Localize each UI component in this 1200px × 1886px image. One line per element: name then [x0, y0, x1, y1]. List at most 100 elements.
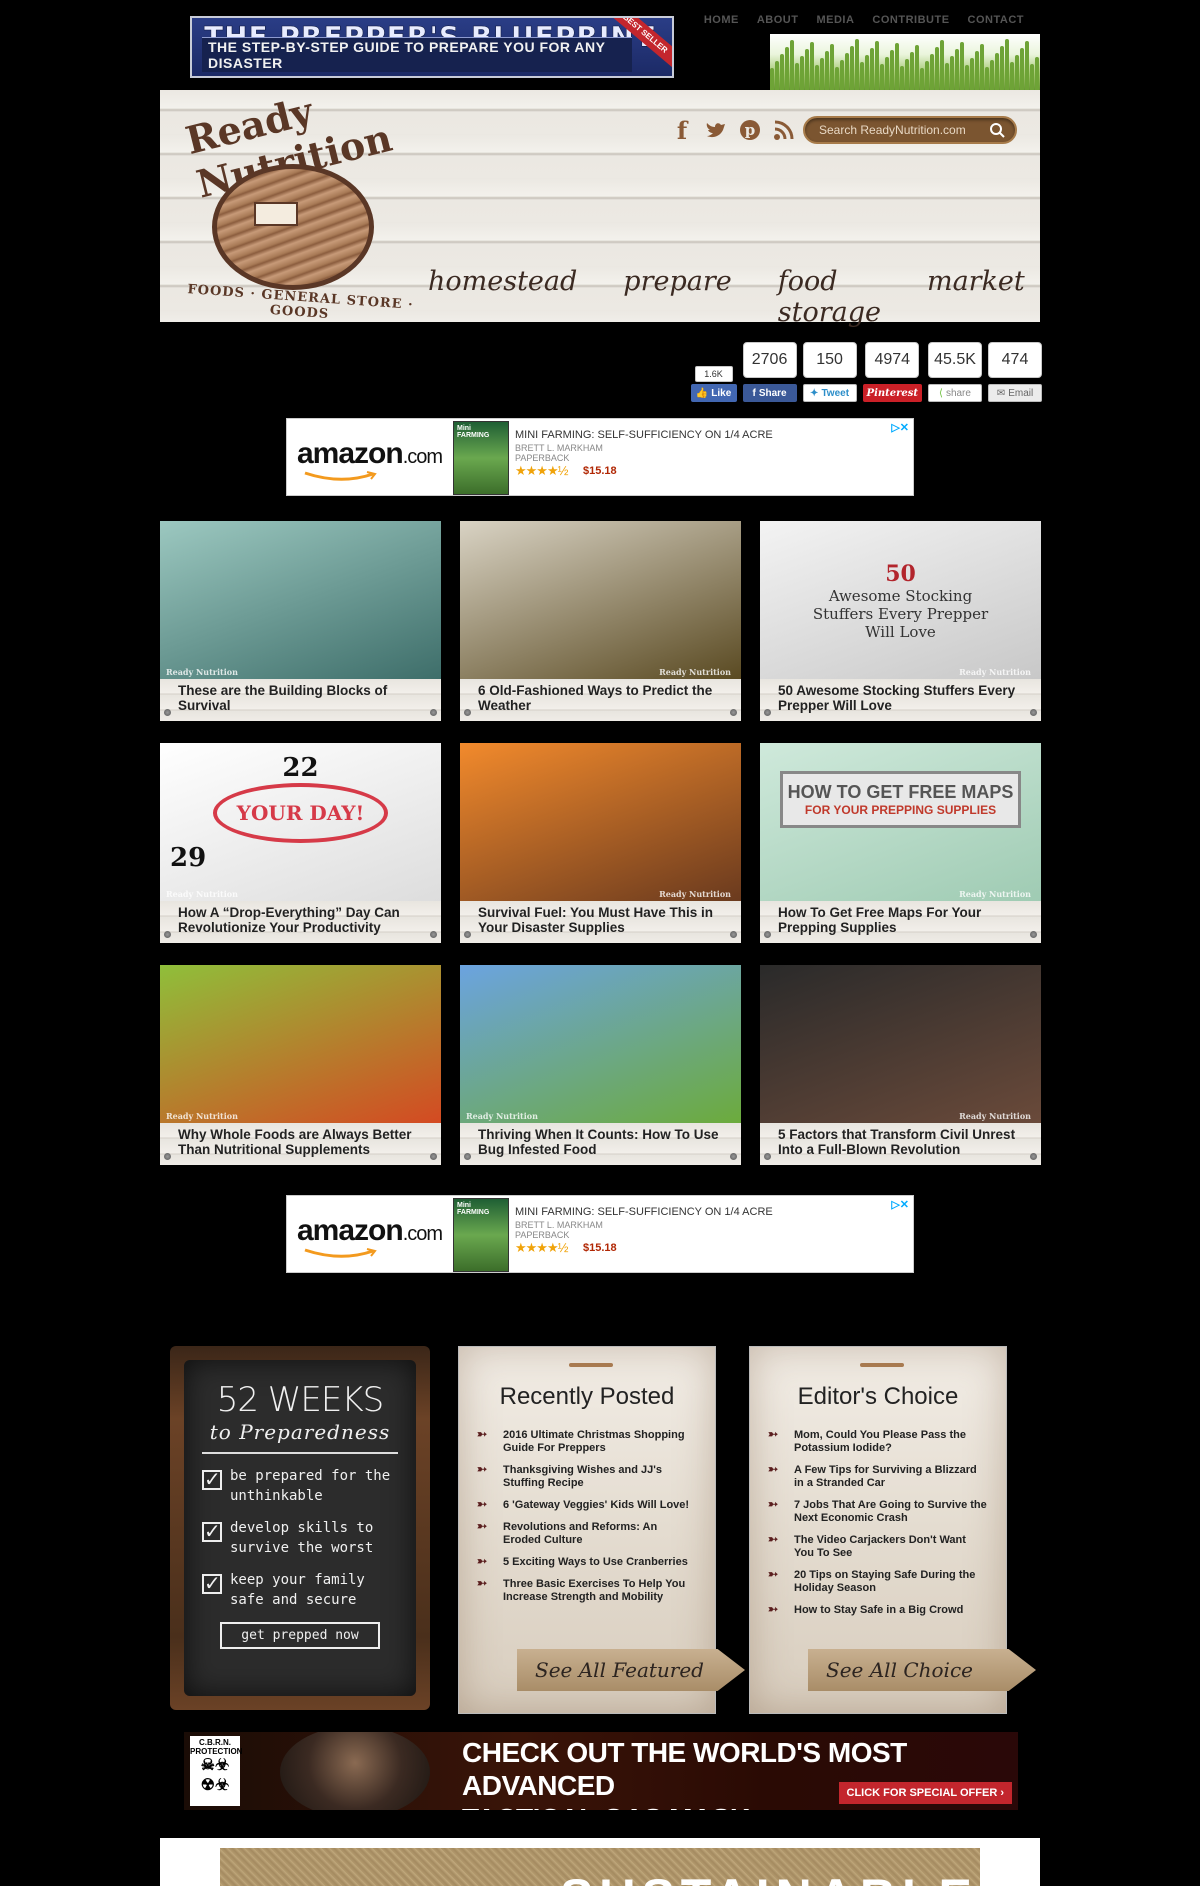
article-title[interactable]: Why Whole Foods are Always Better Than N…: [178, 1127, 431, 1157]
ad-book-format: PAPERBACK: [515, 453, 570, 463]
site-logo[interactable]: Ready Nutrition FOODS · GENERAL STORE · …: [170, 88, 420, 322]
article-card[interactable]: Ready Nutrition Why Whole Foods are Alway…: [160, 965, 441, 1165]
social-icons: f p: [670, 116, 796, 145]
article-thumbnail[interactable]: 22 YOUR DAY! 29 Ready Nutrition: [160, 743, 441, 901]
twitter-icon[interactable]: [704, 116, 728, 144]
preppers-blueprint-banner[interactable]: THE PREPPER'S BLUEPRINT THE STEP-BY-STEP…: [190, 16, 674, 78]
ad-choices-icon[interactable]: ▷✕: [891, 1198, 909, 1211]
article-card[interactable]: Ready Nutrition Thriving When It Counts: …: [460, 965, 741, 1165]
watermark: Ready Nutrition: [166, 1111, 238, 1121]
nav-homestead[interactable]: homestead: [428, 266, 577, 328]
facebook-icon[interactable]: f: [670, 116, 694, 145]
email-button[interactable]: ✉ Email: [988, 384, 1042, 402]
divider: [202, 1452, 398, 1454]
amazon-logo: amazon.com: [297, 1214, 443, 1247]
article-thumbnail[interactable]: Ready Nutrition: [460, 521, 741, 679]
list-item[interactable]: 5 Exciting Ways to Use Cranberries: [477, 1555, 697, 1569]
amazon-ad-top[interactable]: amazon.com Mini FARMING MINI FARMING: SE…: [286, 418, 914, 496]
list-item[interactable]: Three Basic Exercises To Help You Increa…: [477, 1577, 697, 1604]
search-input[interactable]: [819, 123, 979, 137]
book-cover[interactable]: Mini FARMING: [453, 421, 509, 495]
like-button[interactable]: 👍 Like: [690, 384, 737, 402]
nav-food-storage[interactable]: food storage: [778, 266, 881, 328]
article-thumbnail[interactable]: 50 Awesome Stocking Stuffers Every Preppe…: [760, 521, 1041, 679]
list-item[interactable]: The Video Carjackers Don't Want You To S…: [768, 1533, 988, 1560]
grass-blade: [860, 62, 864, 92]
email-count: 474: [988, 342, 1042, 378]
article-title[interactable]: Survival Fuel: You Must Have This in You…: [478, 905, 731, 935]
grass-blade: [770, 68, 774, 92]
top-nav-contribute[interactable]: CONTRIBUTE: [872, 14, 949, 26]
article-thumbnail[interactable]: Ready Nutrition: [760, 965, 1041, 1123]
list-item[interactable]: How to Stay Safe in a Big Crowd: [768, 1603, 988, 1617]
article-card[interactable]: Ready Nutrition These are the Building Bl…: [160, 521, 441, 721]
top-nav-media[interactable]: MEDIA: [816, 14, 854, 26]
article-thumbnail[interactable]: Ready Nutrition: [160, 521, 441, 679]
generic-share-button[interactable]: ⟨ share: [928, 384, 982, 402]
article-card[interactable]: Ready Nutrition 5 Factors that Transform …: [760, 965, 1041, 1165]
tweet-button[interactable]: ✦ Tweet: [802, 384, 857, 402]
search-icon[interactable]: [989, 122, 1005, 138]
ad-choices-icon[interactable]: ▷✕: [891, 421, 909, 434]
pinterest-button[interactable]: Pinterest: [862, 384, 922, 402]
rss-icon[interactable]: [772, 116, 796, 144]
top-nav-contact[interactable]: CONTACT: [968, 14, 1024, 26]
grass-blade: [870, 48, 874, 92]
list-item[interactable]: 6 'Gateway Veggies' Kids Will Love!: [477, 1498, 697, 1512]
article-title[interactable]: 6 Old-Fashioned Ways to Predict the Weat…: [478, 683, 731, 713]
nav-market[interactable]: market: [927, 266, 1025, 328]
checkbox-icon: ✓: [202, 1521, 222, 1543]
article-title[interactable]: How A “Drop-Everything” Day Can Revoluti…: [178, 905, 431, 935]
article-card[interactable]: Ready Nutrition Survival Fuel: You Must H…: [460, 743, 741, 943]
grass-blade: [1020, 48, 1024, 92]
ad-book-title[interactable]: MINI FARMING: SELF-SUFFICIENCY ON 1/4 AC…: [515, 429, 773, 441]
see-all-choice-button[interactable]: See All Choice: [808, 1649, 1036, 1691]
article-title[interactable]: These are the Building Blocks of Surviva…: [178, 683, 431, 713]
share-bar: 1.6K 👍 Like 2706 f Share 150 ✦ Tweet 4974 P…: [690, 342, 1042, 402]
top-nav-home[interactable]: HOME: [704, 14, 739, 26]
checklist-item: ✓ be prepared for the unthinkable: [202, 1468, 391, 1504]
article-card[interactable]: 50 Awesome Stocking Stuffers Every Preppe…: [760, 521, 1041, 721]
list-item[interactable]: A Few Tips for Surviving a Blizzard in a…: [768, 1463, 988, 1490]
article-card[interactable]: 22 YOUR DAY! 29 Ready Nutrition How A “Drop-…: [160, 743, 441, 943]
article-thumbnail[interactable]: Ready Nutrition: [460, 743, 741, 901]
list-item[interactable]: Revolutions and Reforms: An Eroded Cultu…: [477, 1520, 697, 1547]
article-thumbnail[interactable]: Ready Nutrition: [160, 965, 441, 1123]
email-icon: ✉: [996, 387, 1006, 399]
amazon-ad-bottom[interactable]: amazon.com Mini FARMING MINI FARMING: SE…: [286, 1195, 914, 1273]
pinterest-icon[interactable]: p: [738, 116, 762, 144]
ad-book-title[interactable]: MINI FARMING: SELF-SUFFICIENCY ON 1/4 AC…: [515, 1206, 773, 1218]
fifty-two-weeks-widget[interactable]: 52 WEEKS to Preparedness ✓ be prepared fo…: [170, 1346, 430, 1710]
list-item[interactable]: 20 Tips on Staying Safe During the Holid…: [768, 1568, 988, 1595]
gas-mask-ad-banner[interactable]: C.B.R.N. PROTECTION ☠☣ ☢☣ CHECK OUT THE W…: [184, 1732, 1018, 1810]
article-title[interactable]: 5 Factors that Transform Civil Unrest In…: [778, 1127, 1031, 1157]
article-thumbnail[interactable]: HOW TO GET FREE MAPS FOR YOUR PREPPING SU…: [760, 743, 1041, 901]
recently-posted-widget: Recently Posted 2016 Ultimate Christmas …: [458, 1346, 745, 1714]
article-card[interactable]: Ready Nutrition 6 Old-Fashioned Ways to P…: [460, 521, 741, 721]
grass-decoration: [770, 34, 1040, 92]
grass-blade: [925, 61, 929, 92]
list-item[interactable]: 2016 Ultimate Christmas Shopping Guide F…: [477, 1428, 697, 1455]
watermark: Ready Nutrition: [166, 667, 238, 677]
thumbnail-text: HOW TO GET FREE MAPS FOR YOUR PREPPING SU…: [760, 771, 1041, 828]
book-cover[interactable]: Mini FARMING: [453, 1198, 509, 1272]
nav-prepare[interactable]: prepare: [623, 266, 731, 328]
article-thumbnail[interactable]: Ready Nutrition: [460, 965, 741, 1123]
see-all-featured-button[interactable]: See All Featured: [517, 1649, 745, 1691]
facebook-share-button[interactable]: f Share: [742, 384, 797, 402]
top-nav-about[interactable]: ABOUT: [757, 14, 799, 26]
sustainable-banner[interactable]: SUSTAINABLE: [160, 1838, 1040, 1886]
get-prepped-button[interactable]: get prepped now: [220, 1622, 380, 1649]
facebook-icon: f: [752, 387, 756, 399]
article-title[interactable]: 50 Awesome Stocking Stuffers Every Prepp…: [778, 683, 1031, 713]
article-title[interactable]: Thriving When It Counts: How To Use Bug …: [478, 1127, 731, 1157]
special-offer-button[interactable]: CLICK FOR SPECIAL OFFER ›: [838, 1782, 1012, 1804]
article-card[interactable]: HOW TO GET FREE MAPS FOR YOUR PREPPING SU…: [760, 743, 1041, 943]
list-item[interactable]: Mom, Could You Please Pass the Potassium…: [768, 1428, 988, 1455]
list-item[interactable]: Thanksgiving Wishes and JJ's Stuffing Re…: [477, 1463, 697, 1490]
paper-tack: [569, 1363, 613, 1367]
amazon-logo: amazon.com: [297, 437, 443, 470]
grass-blade: [970, 58, 974, 92]
article-title[interactable]: How To Get Free Maps For Your Prepping S…: [778, 905, 1031, 935]
list-item[interactable]: 7 Jobs That Are Going to Survive the Nex…: [768, 1498, 988, 1525]
